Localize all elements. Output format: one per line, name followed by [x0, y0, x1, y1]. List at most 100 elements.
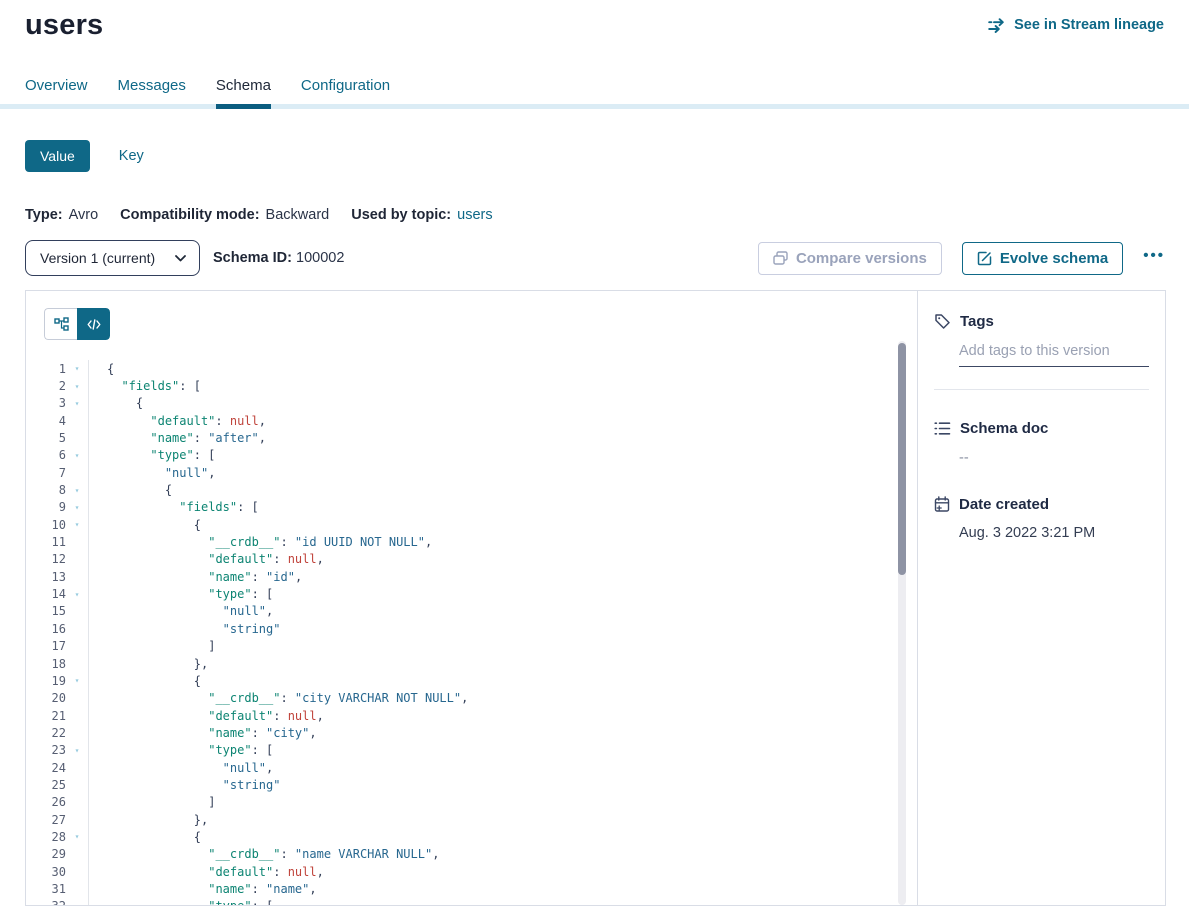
fold-gutter [66, 464, 89, 481]
code-line: 20"__crdb__": "city VARCHAR NOT NULL", [26, 690, 897, 707]
fold-gutter [66, 412, 89, 429]
evolve-schema-button[interactable]: Evolve schema [962, 242, 1123, 275]
fold-arrow-icon[interactable]: ▾ [75, 451, 80, 460]
code-text: "name": "after", [89, 431, 266, 445]
code-line: 3▾{ [26, 395, 897, 412]
fold-arrow-icon[interactable]: ▾ [75, 746, 80, 755]
code-scrollbar-thumb[interactable] [898, 343, 906, 575]
date-created-section: Date created Aug. 3 2022 3:21 PM [934, 496, 1149, 541]
code-line: 19▾{ [26, 672, 897, 689]
code-view-button[interactable] [77, 308, 110, 340]
code-line: 27}, [26, 811, 897, 828]
schema-sidebar: Tags Schema doc -- [917, 291, 1165, 905]
code-text: { [89, 518, 201, 532]
fold-gutter: ▾ [66, 585, 89, 602]
meta-type-value: Avro [69, 207, 99, 223]
fold-gutter [66, 776, 89, 793]
add-tags-input[interactable] [959, 343, 1149, 367]
version-select[interactable]: Version 1 (current) [25, 240, 200, 276]
line-number: 23 [26, 743, 66, 757]
code-line: 30"default": null, [26, 863, 897, 880]
fold-arrow-icon[interactable]: ▾ [75, 520, 80, 529]
fold-arrow-icon[interactable]: ▾ [75, 486, 80, 495]
code-text: { [89, 483, 172, 497]
line-number: 30 [26, 865, 66, 879]
fold-arrow-icon[interactable]: ▾ [75, 902, 80, 905]
fold-arrow-icon[interactable]: ▾ [75, 590, 80, 599]
code-text: }, [89, 813, 208, 827]
sidebar-divider [934, 389, 1149, 390]
fold-gutter [66, 724, 89, 741]
see-in-stream-lineage-link[interactable]: See in Stream lineage [988, 17, 1164, 33]
fold-gutter [66, 638, 89, 655]
line-number: 20 [26, 691, 66, 705]
line-number: 16 [26, 622, 66, 636]
code-editor[interactable]: 1▾{2▾"fields": [3▾{4"default": null,5"na… [26, 360, 897, 905]
schema-id-value: 100002 [296, 250, 344, 266]
fold-gutter: ▾ [66, 898, 89, 905]
tab-schema[interactable]: Schema [216, 77, 271, 109]
fold-arrow-icon[interactable]: ▾ [75, 676, 80, 685]
fold-gutter [66, 707, 89, 724]
schema-detail-panel: 1▾{2▾"fields": [3▾{4"default": null,5"na… [25, 290, 1166, 906]
code-line: 17] [26, 638, 897, 655]
code-text: "type": [ [89, 448, 215, 462]
code-text: ] [89, 639, 215, 653]
code-text: { [89, 396, 143, 410]
line-number: 18 [26, 657, 66, 671]
line-number: 26 [26, 795, 66, 809]
line-number: 24 [26, 761, 66, 775]
code-text: "name": "id", [89, 570, 302, 584]
fold-arrow-icon[interactable]: ▾ [75, 382, 80, 391]
code-line: 22"name": "city", [26, 724, 897, 741]
code-view-icon [87, 319, 101, 330]
fold-gutter [66, 533, 89, 550]
code-text: "default": null, [89, 414, 266, 428]
version-toolbar: Version 1 (current) Schema ID: 100002 Co… [25, 240, 1165, 276]
code-line: 31"name": "name", [26, 880, 897, 897]
code-text: { [89, 362, 114, 376]
schema-id: Schema ID: 100002 [213, 250, 344, 266]
version-toolbar-right: Compare versions Evolve schema ••• [758, 242, 1165, 275]
fold-gutter: ▾ [66, 672, 89, 689]
list-icon [934, 421, 951, 436]
line-number: 15 [26, 604, 66, 618]
date-created-value: Aug. 3 2022 3:21 PM [959, 525, 1149, 541]
code-text: }, [89, 657, 208, 671]
code-text: "__crdb__": "name VARCHAR NULL", [89, 847, 439, 861]
tab-messages[interactable]: Messages [118, 77, 186, 109]
code-text: "null", [89, 761, 273, 775]
fold-arrow-icon[interactable]: ▾ [75, 364, 80, 373]
tab-configuration[interactable]: Configuration [301, 77, 390, 109]
code-text: { [89, 830, 201, 844]
stream-lineage-icon [988, 18, 1007, 33]
meta-compatibility-value: Backward [266, 207, 330, 223]
code-line: 29 "__crdb__": "name VARCHAR NULL", [26, 846, 897, 863]
fold-gutter: ▾ [66, 377, 89, 394]
value-tab-button[interactable]: Value [25, 140, 90, 172]
schema-code-panel: 1▾{2▾"fields": [3▾{4"default": null,5"na… [26, 291, 917, 905]
tab-overview[interactable]: Overview [25, 77, 88, 109]
more-actions-button[interactable]: ••• [1143, 248, 1165, 269]
compare-versions-button[interactable]: Compare versions [758, 242, 942, 275]
code-text: "__crdb__": "id UUID NOT NULL", [89, 535, 432, 549]
code-scrollbar-track[interactable] [898, 341, 906, 905]
code-line: 11"__crdb__": "id UUID NOT NULL", [26, 533, 897, 550]
fold-arrow-icon[interactable]: ▾ [75, 832, 80, 841]
key-tab-link[interactable]: Key [119, 148, 144, 164]
tree-view-button[interactable] [44, 308, 77, 340]
line-number: 31 [26, 882, 66, 896]
code-line: 28 ▾ { [26, 828, 897, 845]
fold-gutter: ▾ [66, 360, 89, 377]
code-text: "string" [89, 778, 280, 792]
code-line: 7"null", [26, 464, 897, 481]
fold-gutter [66, 620, 89, 637]
fold-arrow-icon[interactable]: ▾ [75, 503, 80, 512]
version-select-value: Version 1 (current) [40, 250, 155, 266]
fold-arrow-icon[interactable]: ▾ [75, 399, 80, 408]
fold-gutter [66, 880, 89, 897]
line-number: 28 [26, 830, 66, 844]
edit-schema-icon [977, 251, 992, 266]
line-number: 29 [26, 847, 66, 861]
meta-topic-link[interactable]: users [457, 207, 492, 223]
